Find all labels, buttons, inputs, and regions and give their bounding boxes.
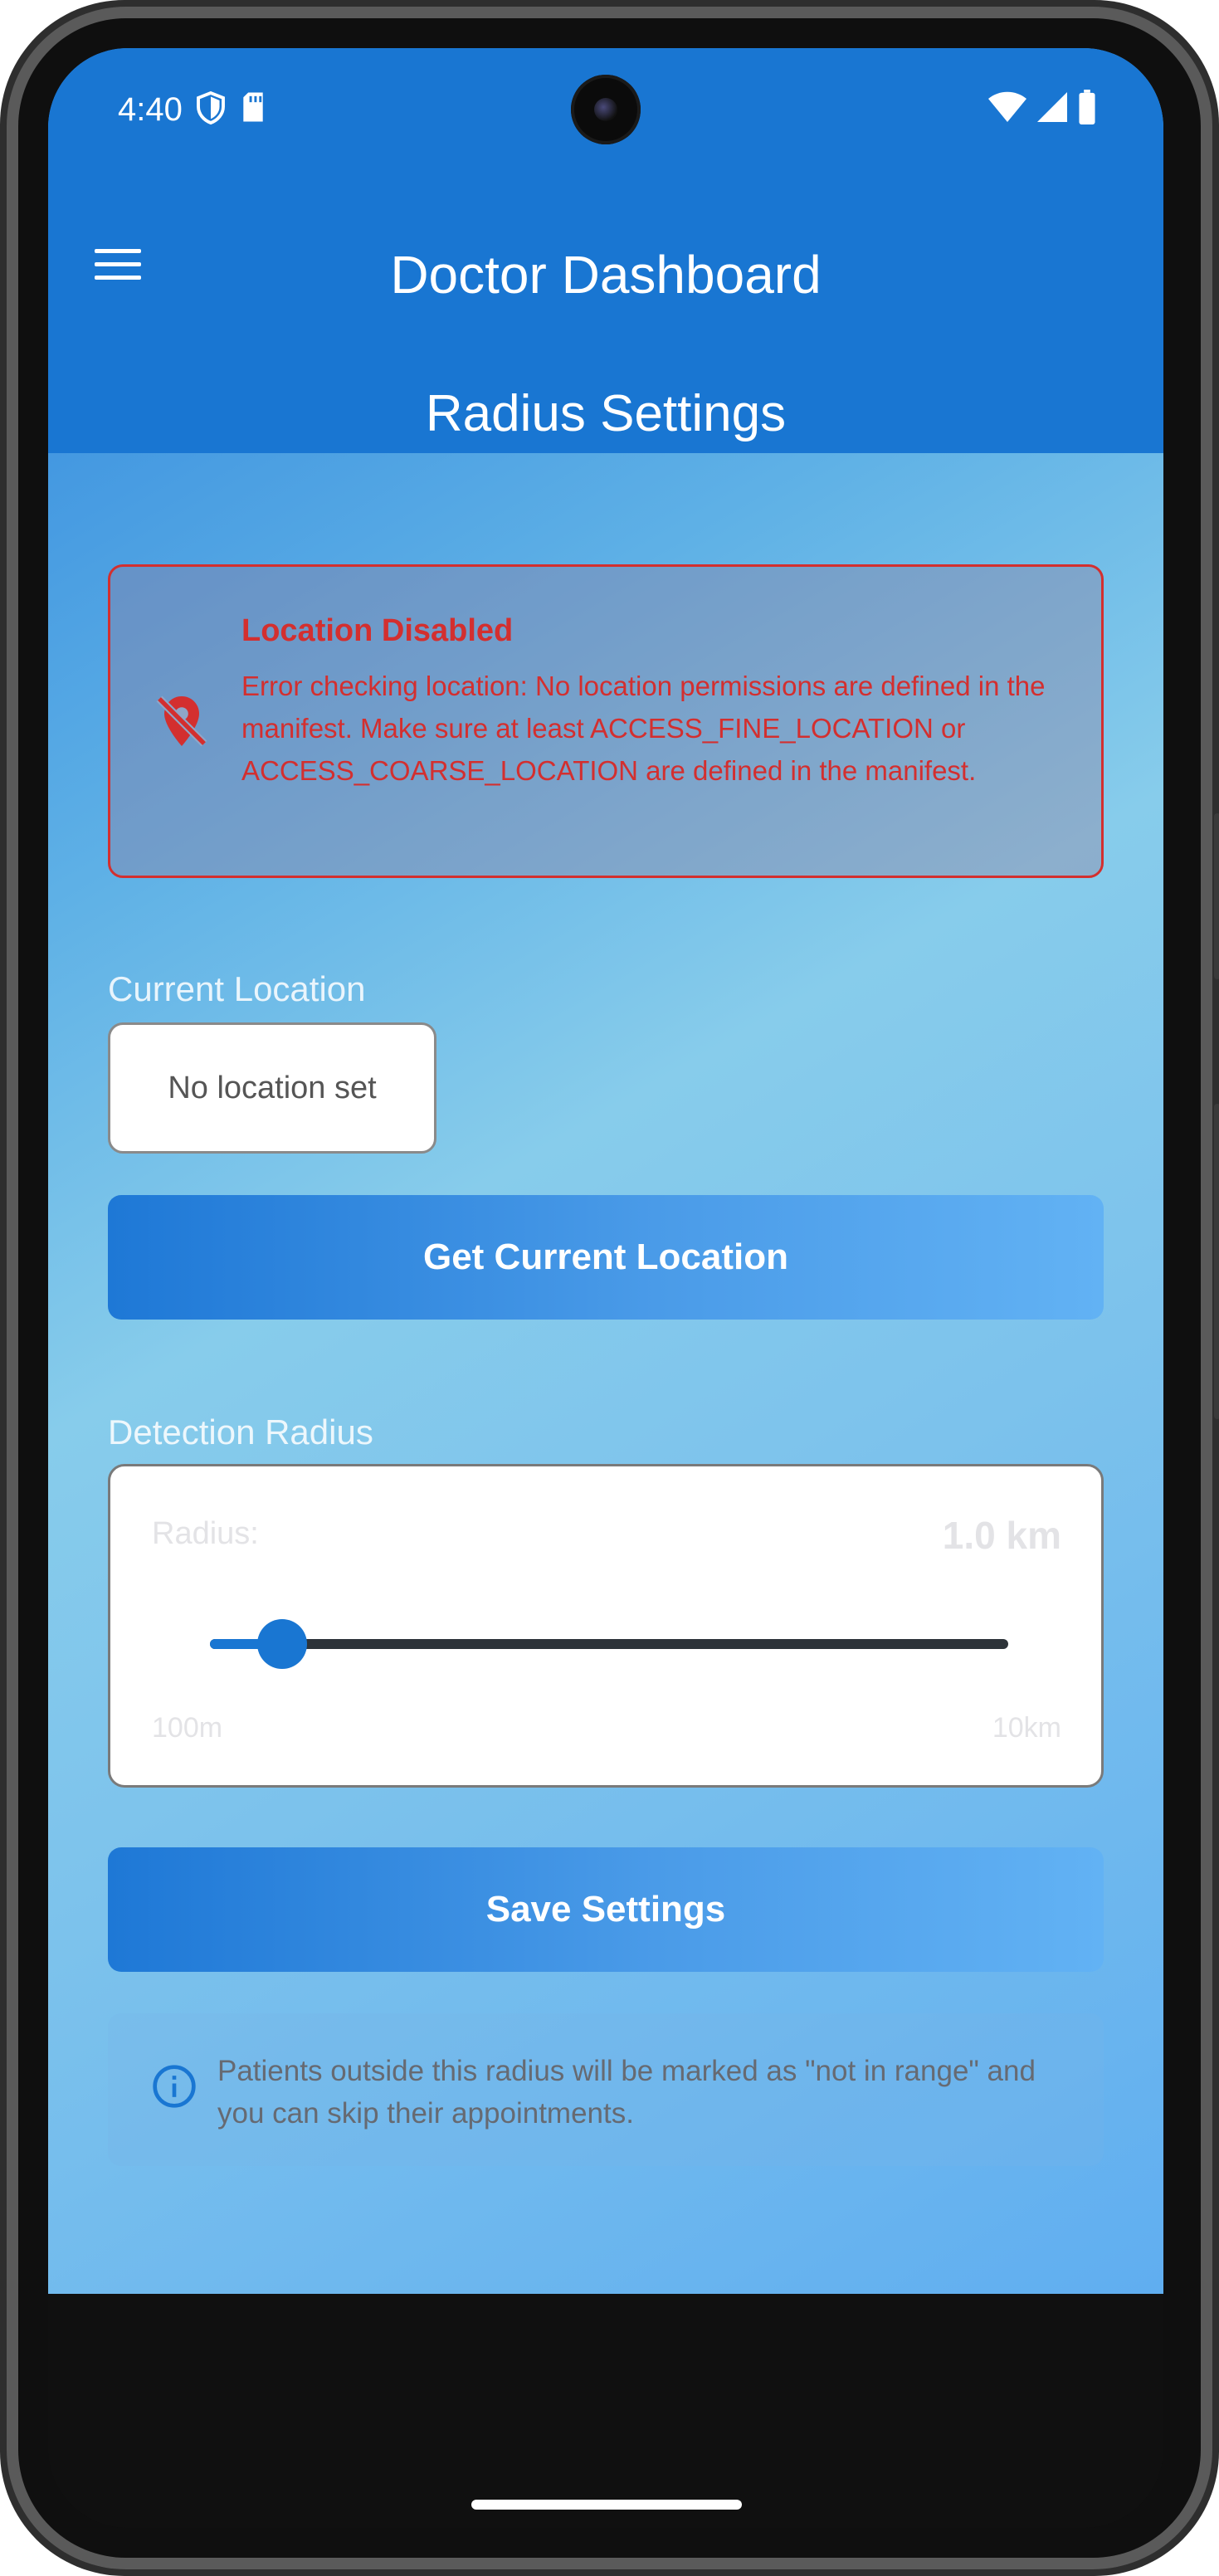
signal-icon: [1037, 92, 1067, 122]
home-indicator[interactable]: [471, 2500, 742, 2510]
current-location-label: Current Location: [108, 969, 366, 1008]
radius-card: Radius: 1.0 km 100m 10km: [108, 1464, 1104, 1788]
front-camera: [571, 75, 641, 144]
volume-button: [1214, 1104, 1219, 1419]
battery-icon: [1079, 90, 1095, 124]
radius-max-label: 10km: [992, 1712, 1061, 1744]
status-time: 4:40: [118, 91, 183, 128]
radius-slider-track[interactable]: [210, 1639, 1008, 1649]
location-value: No location set: [168, 1070, 377, 1105]
save-settings-button[interactable]: Save Settings: [108, 1847, 1104, 1972]
get-current-location-button[interactable]: Get Current Location: [108, 1195, 1104, 1320]
status-left-icons: [196, 91, 266, 124]
wifi-icon: [988, 91, 1026, 122]
radius-value: 1.0 km: [942, 1514, 1061, 1557]
app-bar-title: Doctor Dashboard: [390, 245, 822, 305]
location-off-icon: [156, 695, 207, 747]
location-value-box: No location set: [108, 1022, 436, 1154]
sd-card-icon: [243, 92, 263, 122]
alert-message: Error checking location: No location per…: [241, 671, 1046, 786]
alert-title: Location Disabled: [241, 613, 514, 648]
detection-radius-label: Detection Radius: [108, 1412, 373, 1451]
shield-icon: [197, 91, 225, 124]
page-title: Radius Settings: [425, 385, 787, 442]
info-box: Patients outside this radius will be mar…: [108, 2013, 1104, 2166]
radius-slider-thumb[interactable]: [257, 1619, 308, 1669]
info-text: Patients outside this radius will be mar…: [217, 2055, 1036, 2130]
status-right-icons: [987, 90, 1097, 124]
info-icon: [153, 2065, 196, 2108]
screen: 4:40 Doctor Dashboard Radius Settings Lo…: [48, 48, 1163, 2528]
save-settings-label: Save Settings: [485, 1889, 726, 1930]
radius-min-label: 100m: [152, 1712, 223, 1744]
radius-field-label: Radius:: [152, 1516, 259, 1551]
get-current-location-label: Get Current Location: [422, 1237, 789, 1277]
location-disabled-alert: Location Disabled Error checking locatio…: [108, 564, 1104, 878]
power-button: [1214, 813, 1219, 979]
